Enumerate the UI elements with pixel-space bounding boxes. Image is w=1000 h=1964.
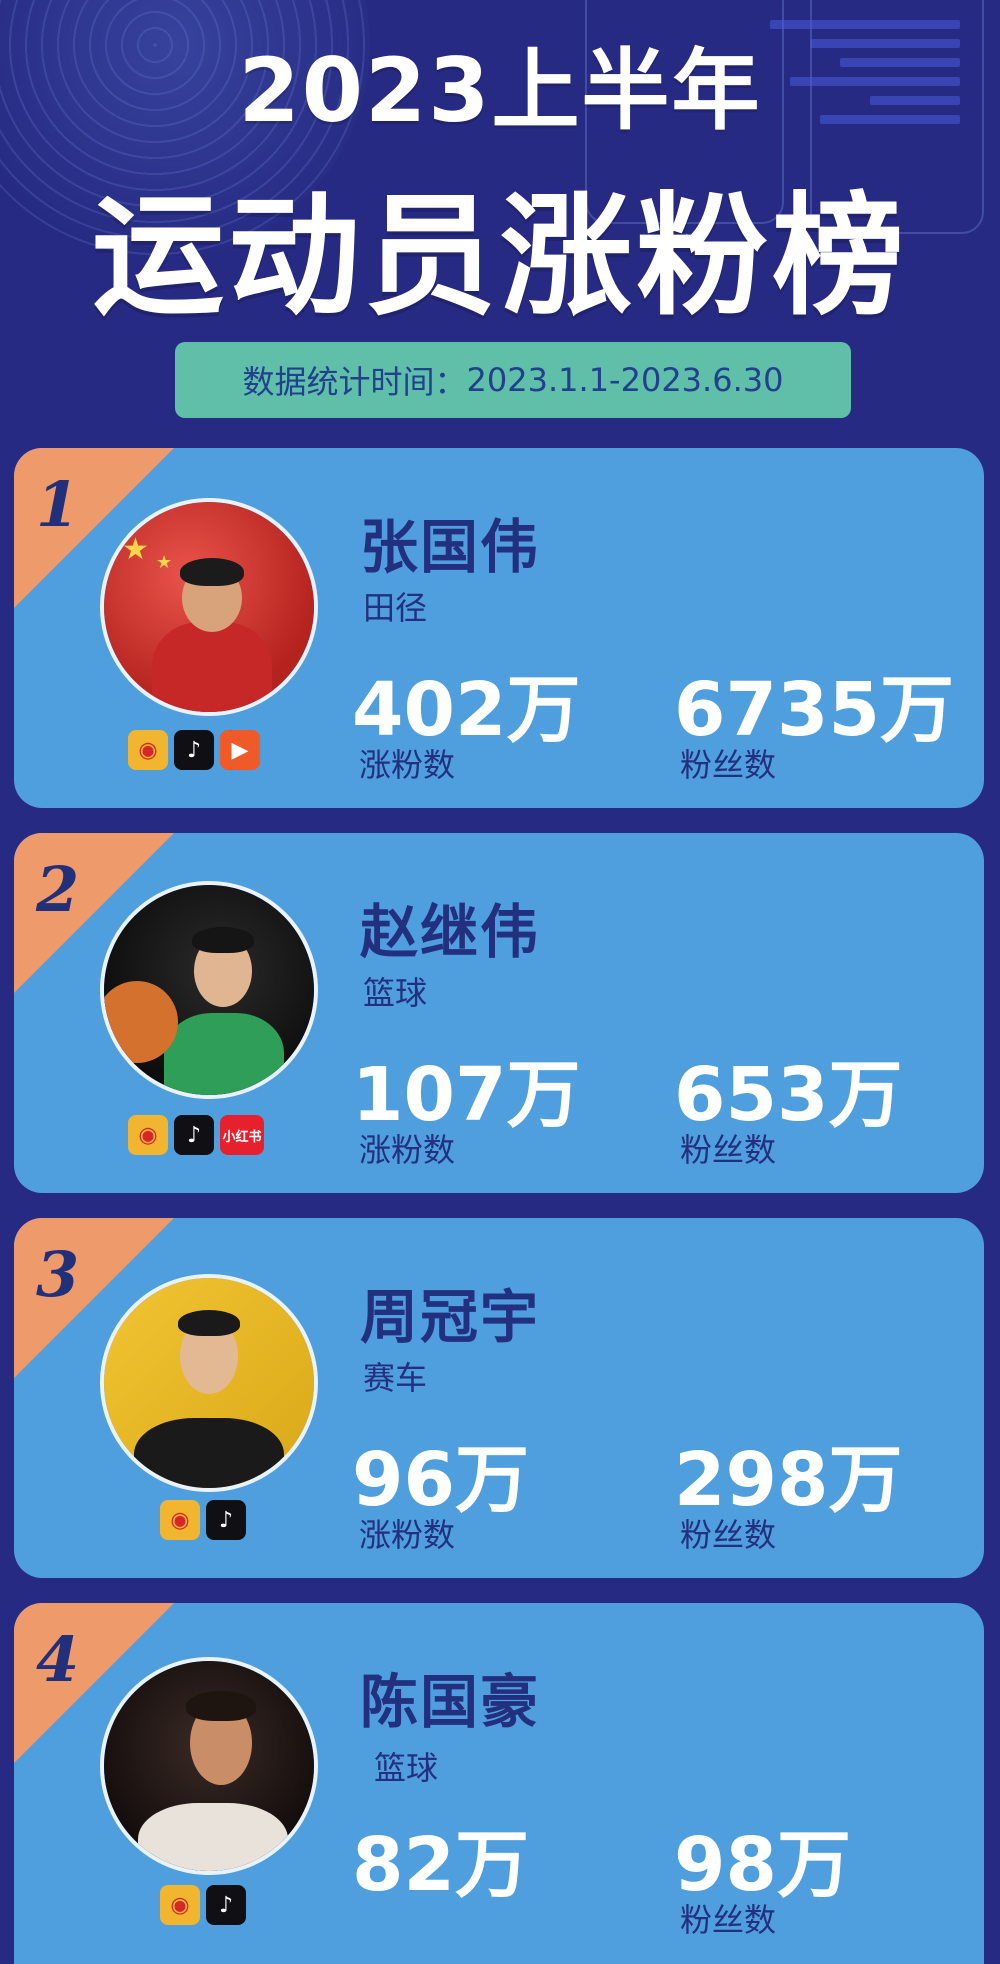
douyin-icon: ♪ bbox=[174, 730, 214, 770]
athlete-name: 张国伟 bbox=[360, 513, 541, 581]
athlete-sport: 篮球 bbox=[374, 1749, 439, 1787]
platform-icons: ◉ ♪ bbox=[160, 1885, 246, 1925]
athlete-card-1[interactable]: 1 ★ ★ ◉ ♪ ▶ 张国伟 田径 402万 涨粉数 6735万 粉丝数 bbox=[14, 448, 984, 808]
douyin-icon: ♪ bbox=[174, 1115, 214, 1155]
rank-number: 1 bbox=[36, 468, 80, 541]
avatar: ★ ★ bbox=[100, 498, 318, 716]
rank-number: 4 bbox=[36, 1623, 80, 1696]
athlete-sport: 田径 bbox=[363, 589, 428, 627]
gain-label: 涨粉数 bbox=[359, 746, 456, 784]
date-label: 数据统计时间： bbox=[242, 363, 467, 401]
douyin-icon: ♪ bbox=[206, 1885, 246, 1925]
weibo-icon: ◉ bbox=[128, 730, 168, 770]
date-range-banner: 数据统计时间： 2023.1.1-2023.6.30 bbox=[175, 342, 851, 418]
gain-value: 82万 bbox=[352, 1822, 529, 1908]
fans-label: 粉丝数 bbox=[680, 1901, 777, 1939]
athlete-card-2[interactable]: 2 ◉ ♪ 小红书 赵继伟 篮球 107万 涨粉数 653万 粉丝数 bbox=[14, 833, 984, 1193]
athlete-sport: 赛车 bbox=[363, 1359, 428, 1397]
page-title-line1: 2023上半年 bbox=[238, 39, 762, 142]
athlete-name: 陈国豪 bbox=[360, 1668, 541, 1736]
rank-number: 2 bbox=[36, 853, 80, 926]
athlete-name: 周冠宇 bbox=[360, 1283, 541, 1351]
avatar bbox=[100, 1274, 318, 1492]
gain-label: 涨粉数 bbox=[359, 1131, 456, 1169]
athlete-name: 赵继伟 bbox=[360, 898, 541, 966]
fans-label: 粉丝数 bbox=[680, 1131, 777, 1169]
avatar bbox=[100, 1657, 318, 1875]
page-title-line2: 运动员涨粉榜 bbox=[92, 180, 908, 334]
weibo-icon: ◉ bbox=[160, 1885, 200, 1925]
athlete-sport: 篮球 bbox=[363, 974, 428, 1012]
weibo-icon: ◉ bbox=[128, 1115, 168, 1155]
douyin-icon: ♪ bbox=[206, 1500, 246, 1540]
date-range: 2023.1.1-2023.6.30 bbox=[466, 361, 784, 399]
athlete-card-4[interactable]: 4 ◉ ♪ 陈国豪 篮球 82万 98万 粉丝数 bbox=[14, 1603, 984, 1964]
avatar bbox=[100, 881, 318, 1099]
platform-icons: ◉ ♪ bbox=[160, 1500, 246, 1540]
fans-label: 粉丝数 bbox=[680, 1516, 777, 1554]
xiaohongshu-icon: 小红书 bbox=[220, 1115, 264, 1155]
platform-icons: ◉ ♪ ▶ bbox=[128, 730, 260, 770]
gain-label: 涨粉数 bbox=[359, 1516, 456, 1554]
athlete-card-3[interactable]: 3 ◉ ♪ 周冠宇 赛车 96万 涨粉数 298万 粉丝数 bbox=[14, 1218, 984, 1578]
rank-number: 3 bbox=[36, 1238, 80, 1311]
platform-icons: ◉ ♪ 小红书 bbox=[128, 1115, 264, 1155]
weibo-icon: ◉ bbox=[160, 1500, 200, 1540]
kuaishou-icon: ▶ bbox=[220, 730, 260, 770]
fans-label: 粉丝数 bbox=[680, 746, 777, 784]
